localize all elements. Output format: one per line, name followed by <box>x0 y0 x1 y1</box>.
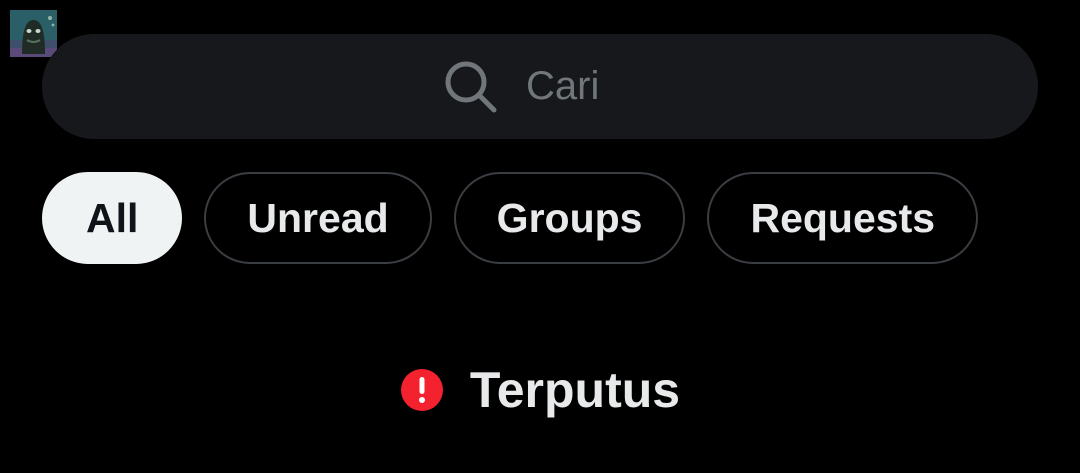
avatar[interactable] <box>10 10 57 57</box>
filter-unread[interactable]: Unread <box>204 172 432 264</box>
search-bar[interactable] <box>42 34 1038 139</box>
filter-tabs: All Unread Groups Requests <box>42 172 979 264</box>
filter-requests[interactable]: Requests <box>707 172 979 264</box>
search-input[interactable] <box>526 64 636 109</box>
filter-groups[interactable]: Groups <box>453 172 686 264</box>
alert-circle-icon <box>400 368 444 412</box>
filter-all[interactable]: All <box>42 172 183 264</box>
status-text: Terputus <box>469 362 681 418</box>
search-icon <box>444 60 498 114</box>
connection-status: Terputus <box>0 352 1080 428</box>
avatar-image <box>10 10 57 57</box>
